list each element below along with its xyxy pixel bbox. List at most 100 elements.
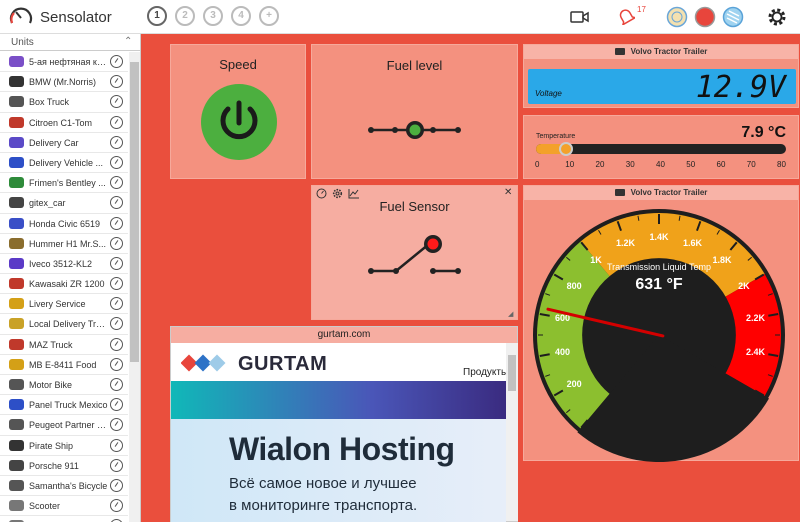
unit-list-item[interactable]: Citroen C1-Tom	[0, 113, 128, 133]
unit-gauge-icon[interactable]	[110, 75, 123, 89]
page-tab-1[interactable]: 1	[147, 6, 167, 26]
truck-icon	[614, 48, 625, 55]
unit-list-item[interactable]: Iveco 3512-KL2	[0, 254, 128, 275]
unit-gauge-icon[interactable]	[110, 115, 123, 129]
unit-gauge-icon[interactable]	[110, 378, 123, 391]
voltage-unit-name: Volvo Tractor Trailer	[630, 47, 708, 56]
settings-gear-icon[interactable]	[766, 6, 788, 28]
web-scrollbar[interactable]	[506, 343, 518, 521]
temperature-widget[interactable]: Temperature 7.9 °C 0 10 20 30 40 50 60 70 80	[523, 115, 799, 179]
gauge-tick-label: 400	[555, 347, 570, 357]
gauge-widget[interactable]: Volvo Tractor Trailer 200 400 600 800 1K 1.2K…	[523, 185, 799, 462]
unit-list-item[interactable]: BMW (Mr.Norris)	[0, 72, 128, 93]
fuel-level-widget[interactable]: Fuel level	[311, 44, 518, 179]
page-tab-2[interactable]: 2	[175, 6, 195, 26]
unit-gauge-icon[interactable]	[110, 236, 123, 250]
theme-swatch-light[interactable]	[666, 6, 688, 28]
fuel-level-title: Fuel level	[386, 58, 443, 73]
unit-list-item[interactable]: gitex_car	[0, 193, 128, 214]
chart-small-icon[interactable]	[348, 188, 360, 199]
unit-list-item[interactable]: Scooter	[0, 496, 128, 517]
temperature-value: 7.9 °C	[741, 124, 786, 141]
unit-gauge-icon[interactable]	[110, 95, 123, 109]
unit-list-item[interactable]: Kawasaki ZR 1200	[0, 274, 128, 295]
unit-list-item[interactable]: Box Truck	[0, 92, 128, 113]
page-tab-4[interactable]: 4	[231, 6, 251, 26]
vehicle-icon	[9, 237, 24, 249]
theme-swatch-red[interactable]	[694, 6, 716, 28]
unit-list-item[interactable]: MB E-8411 Food	[0, 355, 128, 375]
unit-gauge-icon[interactable]	[110, 458, 123, 472]
unit-list-item[interactable]: Peugeot Partner 6...	[0, 415, 128, 436]
unit-list-item[interactable]: Motor Bike	[0, 375, 128, 396]
unit-gauge-icon[interactable]	[110, 256, 123, 270]
unit-gauge-icon[interactable]	[110, 135, 123, 149]
vehicle-icon	[9, 439, 24, 451]
unit-list-item[interactable]: Honda Civic 6519	[0, 214, 128, 234]
units-scrollbar[interactable]	[129, 52, 140, 522]
unit-name: Livery Service	[29, 299, 86, 310]
web-frame[interactable]: GURTAM Продукты Wialon Hosting Всё самое…	[171, 343, 506, 522]
unit-list-item[interactable]: MAZ Truck	[0, 335, 128, 355]
unit-list-item[interactable]: Samantha's Bicycle	[0, 476, 128, 497]
unit-name: Kawasaki ZR 1200	[29, 279, 105, 290]
unit-gauge-icon[interactable]	[110, 398, 123, 412]
page-tab-3[interactable]: 3	[203, 6, 223, 26]
top-bar: Sensolator 1 2 3 4 + 17	[0, 0, 800, 34]
unit-gauge-icon[interactable]	[110, 357, 123, 371]
close-small-icon[interactable]: ✕	[504, 187, 512, 198]
unit-gauge-icon[interactable]	[110, 337, 123, 351]
unit-list-item[interactable]: Hummer H1 Mr.S...	[0, 234, 128, 254]
gauge-tick-label: 1.4K	[649, 232, 669, 242]
unit-gauge-icon[interactable]	[110, 297, 123, 311]
unit-list-item[interactable]: Livery Service	[0, 294, 128, 315]
vehicle-icon	[9, 500, 24, 512]
unit-list-item[interactable]: Panel Truck Mexico	[0, 395, 128, 416]
units-sidebar: Units ⌃ 5-ая нефтяная ко... BMW (Mr.Norri…	[0, 34, 141, 522]
unit-gauge-icon[interactable]	[110, 478, 123, 492]
units-header[interactable]: Units	[0, 34, 140, 51]
units-header-label: Units	[11, 37, 34, 48]
unit-gauge-icon[interactable]	[110, 438, 123, 452]
notification-bell-icon[interactable]	[617, 7, 635, 25]
units-scrollbar-thumb[interactable]	[130, 62, 139, 362]
web-nav-products[interactable]: Продукты	[463, 367, 506, 378]
resize-handle-icon[interactable]: ◢	[508, 310, 513, 318]
unit-gauge-icon[interactable]	[110, 196, 123, 210]
unit-list-item[interactable]: Local Delivery Truck	[0, 314, 128, 335]
gauge-label: Transmission Liquid Temp	[606, 262, 712, 272]
collapse-chevron-icon[interactable]: ⌃	[124, 36, 132, 47]
unit-gauge-icon[interactable]	[110, 499, 123, 513]
gurtam-brand: GURTAM	[238, 353, 328, 375]
temperature-thumb[interactable]	[558, 142, 573, 156]
web-scrollbar-thumb[interactable]	[508, 355, 516, 391]
unit-list-item[interactable]: Skoda ...	[0, 516, 128, 522]
vehicle-icon	[9, 76, 24, 88]
unit-gauge-icon[interactable]	[110, 176, 123, 190]
unit-list-item[interactable]: Delivery Car	[0, 133, 128, 153]
unit-gauge-icon[interactable]	[110, 317, 123, 331]
unit-gauge-icon[interactable]	[110, 418, 123, 432]
speed-widget[interactable]: Speed	[170, 44, 306, 179]
theme-swatch-blue[interactable]	[722, 6, 744, 28]
temperature-tick-label: 20	[595, 160, 605, 169]
unit-list-item[interactable]: 5-ая нефтяная ко...	[0, 52, 128, 73]
unit-gauge-icon[interactable]	[110, 155, 123, 169]
unit-list-item[interactable]: Pirate Ship	[0, 436, 128, 456]
unit-gauge-icon[interactable]	[110, 216, 123, 230]
voltage-widget[interactable]: Volvo Tractor Trailer Voltage 12.9V	[523, 44, 799, 108]
video-camera-icon[interactable]	[570, 9, 590, 25]
settings-small-icon[interactable]	[332, 188, 343, 199]
add-page-button[interactable]: +	[259, 6, 279, 26]
vehicle-icon	[9, 278, 24, 290]
gauge-small-icon[interactable]	[316, 188, 327, 199]
unit-list-item[interactable]: Frimen's Bentley ...	[0, 173, 128, 194]
vehicle-icon	[9, 217, 24, 229]
fuel-sensor-widget[interactable]: ✕ Fuel Sensor ◢	[311, 185, 518, 320]
temperature-tick-label: 30	[625, 160, 635, 169]
unit-gauge-icon[interactable]	[110, 55, 123, 68]
unit-list-item[interactable]: Delivery Vehicle ...	[0, 153, 128, 174]
unit-gauge-icon[interactable]	[110, 277, 123, 291]
web-widget[interactable]: gurtam.com GURTAM Продукты Wialon Hostin…	[170, 326, 518, 522]
unit-list-item[interactable]: Porsche 911	[0, 456, 128, 476]
